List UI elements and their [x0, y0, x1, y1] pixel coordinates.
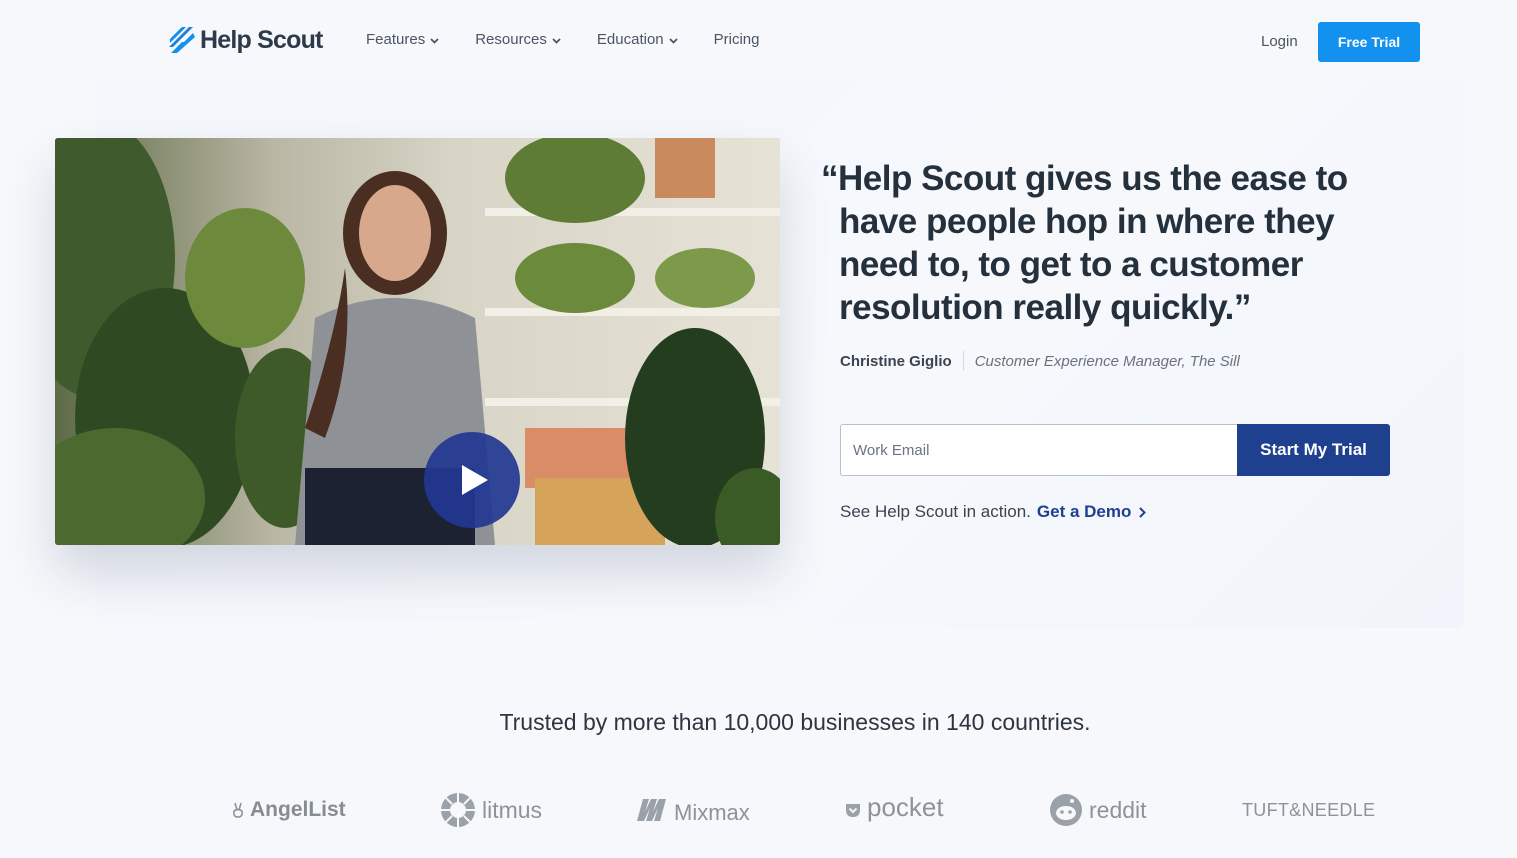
video-thumbnail-image: [55, 138, 780, 545]
angellist-logo: AngelList: [232, 790, 346, 830]
nav-item-label: Education: [596, 31, 664, 48]
play-button[interactable]: [424, 432, 520, 528]
brand-name: AngelList: [250, 798, 346, 821]
quote-text: “Help Scout gives us the ease to have pe…: [821, 159, 1348, 327]
chevron-right-icon: [1139, 506, 1147, 518]
angellist-peace-icon: [233, 802, 243, 818]
helpscout-logo-icon: [169, 27, 195, 53]
demo-prefix-text: See Help Scout in action.: [840, 502, 1031, 521]
pocket-logo: pocket: [845, 790, 944, 830]
demo-link-label: Get a Demo: [1036, 502, 1132, 521]
reddit-alien-icon: [1050, 794, 1082, 826]
author-name: Christine Giglio: [840, 352, 952, 370]
nav-item-pricing[interactable]: Pricing: [714, 31, 760, 48]
tuft-and-needle-logo: TUFT&NEEDLE: [1242, 790, 1375, 830]
testimonial-quote: “Help Scout gives us the ease to have pe…: [821, 157, 1381, 329]
quote-attribution: Christine Giglio Customer Experience Man…: [840, 351, 1240, 371]
start-my-trial-button[interactable]: Start My Trial: [1237, 424, 1390, 476]
demo-prompt: See Help Scout in action. Get a Demo: [840, 502, 1147, 522]
chevron-down-icon: [668, 37, 678, 44]
litmus-burst-icon: [441, 793, 475, 827]
nav-item-label: Resources: [475, 31, 547, 48]
pocket-icon: [846, 803, 860, 817]
work-email-input[interactable]: [840, 424, 1237, 476]
logo-text: Help Scout: [200, 25, 323, 54]
brand-name: TUFT&NEEDLE: [1242, 799, 1376, 820]
attribution-divider: [962, 351, 964, 371]
nav-item-label: Features: [366, 31, 426, 48]
play-icon: [462, 465, 488, 495]
litmus-logo: litmus: [440, 790, 542, 830]
login-link[interactable]: Login: [1261, 33, 1298, 50]
brand-name: litmus: [482, 796, 543, 823]
reddit-logo: reddit: [1049, 790, 1147, 830]
nav-item-education[interactable]: Education: [597, 31, 678, 48]
trusted-headline: Trusted by more than 10,000 businesses i…: [499, 709, 1091, 735]
brand-name: Mixmax: [674, 800, 750, 825]
testimonial-video[interactable]: [55, 138, 780, 545]
chevron-down-icon: [552, 37, 561, 44]
free-trial-button[interactable]: Free Trial: [1318, 22, 1420, 62]
brand-name: pocket: [867, 791, 944, 822]
main-menu: Features Resources Education Pricing: [366, 31, 795, 48]
chevron-down-icon: [430, 37, 439, 44]
trial-signup-form: Start My Trial: [840, 424, 1390, 476]
logo-strip: AngelList litmus Mixmax pocket reddit TU…: [0, 790, 1517, 834]
nav-item-label: Pricing: [713, 31, 760, 48]
helpscout-logo[interactable]: Help Scout: [168, 24, 323, 56]
mixmax-m-icon: [637, 799, 666, 821]
nav-item-resources[interactable]: Resources: [475, 31, 561, 48]
author-role: Customer Experience Manager, The Sill: [974, 352, 1240, 370]
get-a-demo-link[interactable]: Get a Demo: [1036, 502, 1147, 522]
nav-item-features[interactable]: Features: [366, 31, 439, 48]
mixmax-logo: Mixmax: [636, 790, 750, 830]
brand-name: reddit: [1089, 796, 1147, 823]
top-nav: Help Scout Features Resources Education …: [0, 0, 1517, 84]
